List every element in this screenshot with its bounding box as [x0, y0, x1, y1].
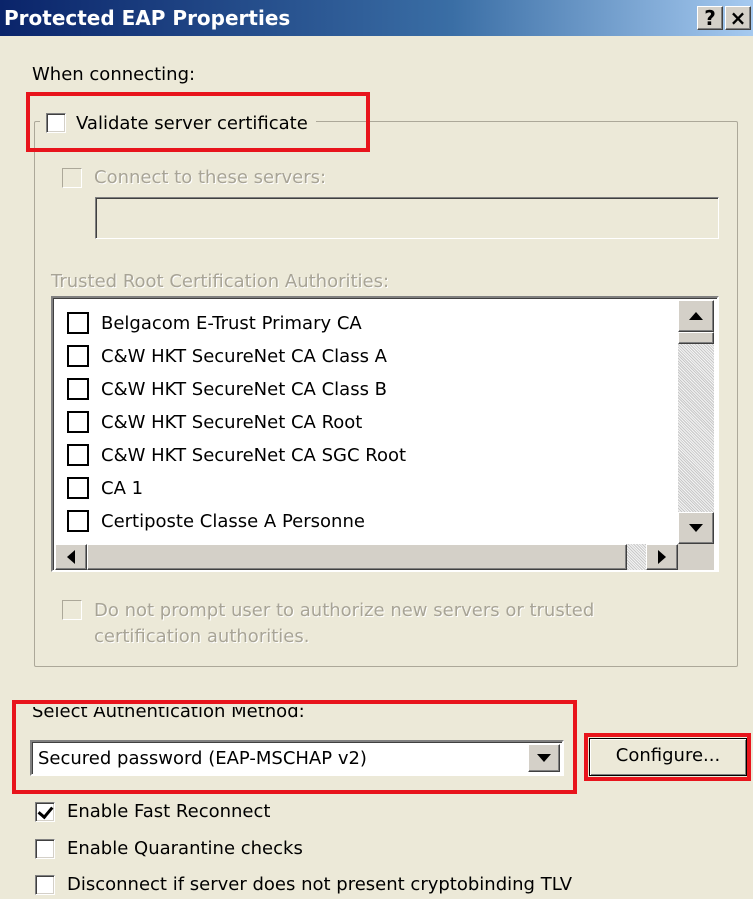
fast-reconnect-label: Enable Fast Reconnect: [67, 801, 271, 822]
arrow-left-icon: [67, 550, 75, 564]
auth-method-label: Select Authentication Method:: [32, 707, 305, 725]
fast-reconnect-option[interactable]: Enable Fast Reconnect: [35, 801, 270, 822]
list-item[interactable]: C&W HKT SecureNet CA Class B: [67, 374, 387, 404]
cryptobinding-option[interactable]: Disconnect if server does not present cr…: [35, 874, 572, 895]
no-prompt-line2: certification authorities.: [94, 626, 310, 647]
arrow-right-icon: [658, 550, 666, 564]
list-item[interactable]: Certiposte Classe A Personne: [67, 506, 365, 536]
connect-servers-checkbox: [62, 167, 82, 188]
vertical-scroll-thumb[interactable]: [678, 332, 714, 344]
close-button[interactable]: ×: [725, 6, 751, 30]
auth-method-dropdown-button[interactable]: [528, 744, 560, 772]
list-item[interactable]: Belgacom E-Trust Primary CA: [67, 308, 362, 338]
list-item[interactable]: C&W HKT SecureNet CA SGC Root: [67, 440, 406, 470]
horizontal-scroll-thumb[interactable]: [87, 544, 627, 570]
ca-checkbox[interactable]: [67, 378, 89, 400]
cryptobinding-checkbox[interactable]: [35, 874, 55, 895]
arrow-up-icon: [689, 312, 703, 320]
quarantine-checkbox[interactable]: [35, 838, 55, 859]
list-item[interactable]: C&W HKT SecureNet CA Root: [67, 407, 362, 437]
scroll-right-button[interactable]: [646, 544, 678, 570]
list-item[interactable]: C&W HKT SecureNet CA Class A: [67, 341, 387, 371]
quarantine-label: Enable Quarantine checks: [67, 838, 303, 859]
no-prompt-option: Do not prompt user to authorize new serv…: [62, 598, 594, 650]
ca-checkbox[interactable]: [67, 444, 89, 466]
scroll-left-button[interactable]: [55, 544, 87, 570]
arrow-down-icon: [689, 524, 703, 532]
vertical-scrollbar[interactable]: [678, 300, 714, 544]
quarantine-option[interactable]: Enable Quarantine checks: [35, 838, 303, 859]
validate-cert-option[interactable]: Validate server certificate: [40, 108, 316, 138]
connect-servers-label: Connect to these servers:: [94, 167, 327, 188]
validate-cert-label: Validate server certificate: [76, 112, 308, 134]
ca-name: C&W HKT SecureNet CA SGC Root: [101, 444, 407, 466]
ca-checkbox[interactable]: [67, 477, 89, 499]
ca-listbox[interactable]: Belgacom E-Trust Primary CA C&W HKT Secu…: [51, 296, 719, 572]
when-connecting-label: When connecting:: [32, 64, 196, 85]
ca-checkbox[interactable]: [67, 312, 89, 334]
auth-method-value: Secured password (EAP-MSCHAP v2): [38, 748, 367, 769]
ca-name: CA 1: [101, 477, 144, 499]
ca-name: C&W HKT SecureNet CA Class A: [101, 345, 387, 367]
no-prompt-checkbox: [62, 600, 82, 620]
scrollbar-corner: [678, 544, 714, 570]
no-prompt-text: Do not prompt user to authorize new serv…: [94, 598, 594, 650]
trusted-root-label: Trusted Root Certification Authorities:: [51, 271, 390, 292]
validate-cert-checkbox[interactable]: [46, 113, 66, 133]
ca-checkbox[interactable]: [67, 411, 89, 433]
list-item[interactable]: CA 1: [67, 473, 143, 503]
fast-reconnect-checkbox[interactable]: [35, 801, 55, 822]
servers-input: [95, 197, 719, 239]
auth-method-label-text: Select Authentication Method:: [32, 707, 305, 722]
cryptobinding-label: Disconnect if server does not present cr…: [67, 874, 573, 895]
connect-servers-option: Connect to these servers:: [62, 167, 326, 188]
scroll-down-button[interactable]: [678, 512, 714, 544]
ca-name: Certiposte Classe A Personne: [101, 510, 365, 532]
ca-checkbox[interactable]: [67, 510, 89, 532]
ca-checkbox[interactable]: [67, 345, 89, 367]
scroll-up-button[interactable]: [678, 300, 714, 332]
ca-name: Belgacom E-Trust Primary CA: [101, 312, 362, 334]
no-prompt-line1: Do not prompt user to authorize new serv…: [94, 600, 595, 621]
window-title: Protected EAP Properties: [4, 6, 291, 30]
help-button[interactable]: ?: [697, 6, 723, 30]
horizontal-scrollbar[interactable]: [55, 544, 678, 570]
configure-button[interactable]: Configure...: [589, 738, 747, 776]
ca-name: C&W HKT SecureNet CA Class B: [101, 378, 388, 400]
auth-method-select[interactable]: Secured password (EAP-MSCHAP v2): [30, 740, 564, 776]
chevron-down-icon: [537, 754, 551, 762]
title-bar: Protected EAP Properties ? ×: [0, 0, 753, 36]
ca-name: C&W HKT SecureNet CA Root: [101, 411, 363, 433]
